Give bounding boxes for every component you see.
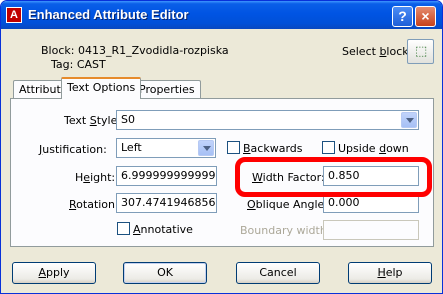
height-label: Height:	[75, 171, 116, 184]
annotative-checkbox[interactable]	[117, 222, 130, 235]
text-style-label: Text Style:	[64, 114, 122, 127]
rotation-label: Rotation:	[69, 198, 119, 211]
text-style-dropdown[interactable]: S0	[116, 110, 419, 130]
backwards-label: Backwards	[243, 142, 303, 155]
chevron-down-icon[interactable]	[198, 140, 214, 156]
block-name-text: Block: 0413_R1_Zvodidla-rozpiska	[41, 44, 229, 57]
select-block-label: Select block	[342, 45, 409, 58]
oblique-angle-label: Oblique Angle:	[247, 198, 328, 211]
height-input[interactable]: 6.99999999999999	[116, 166, 217, 186]
enhanced-attribute-editor-dialog: A Enhanced Attribute Editor ? × Block: 0…	[0, 0, 443, 294]
tab-text-options[interactable]: Text Options	[61, 77, 142, 99]
autocad-app-icon: A	[6, 7, 22, 23]
tab-properties[interactable]: Properties	[133, 80, 201, 98]
width-factor-highlight	[235, 157, 432, 197]
help-button[interactable]: Help	[348, 262, 432, 284]
justification-dropdown[interactable]: Left	[116, 138, 216, 158]
annotative-label: Annotative	[133, 223, 193, 236]
ok-button[interactable]: OK	[123, 262, 207, 284]
pick-block-icon: ⬚	[415, 44, 428, 59]
rotation-input[interactable]: 307.474194685642	[116, 193, 217, 213]
select-block-button[interactable]: ⬚	[407, 39, 434, 64]
cancel-button[interactable]: Cancel	[236, 262, 320, 284]
apply-button[interactable]: Apply	[12, 262, 96, 284]
upside-down-checkbox[interactable]	[322, 141, 335, 154]
boundary-width-label: Boundary width:	[240, 224, 331, 237]
tag-name-text: Tag: CAST	[51, 58, 106, 71]
justification-label: Justification:	[39, 143, 107, 156]
close-button[interactable]: ×	[415, 6, 436, 27]
backwards-checkbox[interactable]	[227, 141, 240, 154]
chevron-down-icon[interactable]	[401, 112, 417, 128]
title-bar[interactable]: A Enhanced Attribute Editor ? ×	[1, 1, 442, 29]
window-title: Enhanced Attribute Editor	[28, 7, 189, 22]
boundary-width-input[interactable]	[323, 220, 419, 240]
help-title-button[interactable]: ?	[392, 6, 413, 27]
upside-down-label: Upside down	[338, 142, 409, 155]
